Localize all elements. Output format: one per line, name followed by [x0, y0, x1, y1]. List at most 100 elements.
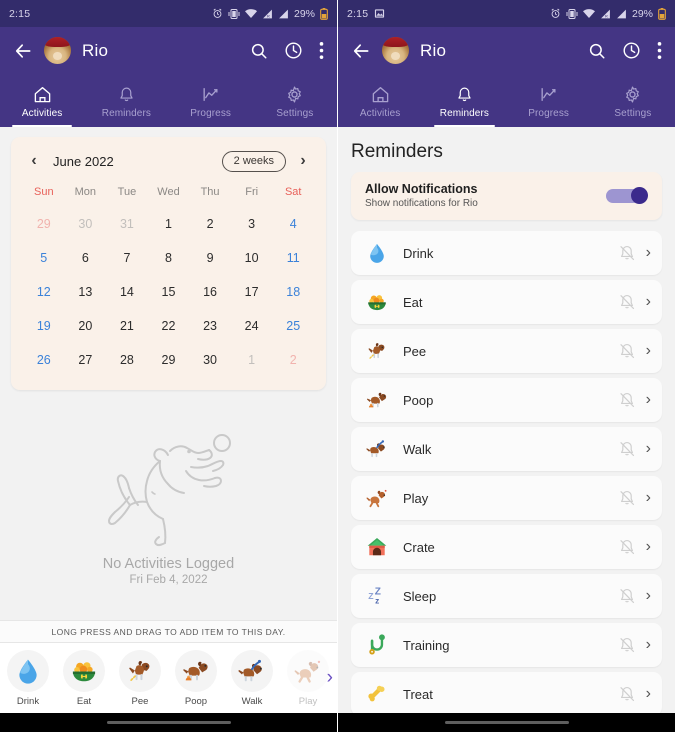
chevron-right-icon[interactable]: ›: [646, 294, 651, 310]
bell-off-icon[interactable]: [618, 538, 636, 556]
chevron-left-icon[interactable]: ‹: [23, 152, 45, 170]
chevron-right-icon[interactable]: ›: [646, 490, 651, 506]
chevron-right-icon[interactable]: ›: [646, 588, 651, 604]
bell-off-icon[interactable]: [618, 587, 636, 605]
chevron-right-icon[interactable]: ›: [646, 539, 651, 555]
water-drop-icon: [7, 650, 49, 692]
chevron-right-icon[interactable]: ›: [646, 343, 651, 359]
reminder-row-sleep[interactable]: Z Zz Sleep ›: [351, 574, 662, 618]
overflow-menu-icon[interactable]: [657, 41, 662, 60]
calendar-day[interactable]: 18: [272, 275, 314, 309]
bell-off-icon[interactable]: [618, 685, 636, 703]
calendar-day[interactable]: 2: [272, 343, 314, 377]
avatar[interactable]: [44, 37, 71, 64]
home-indicator[interactable]: [106, 720, 231, 725]
calendar-day[interactable]: 7: [106, 241, 148, 275]
calendar-day[interactable]: 1: [148, 207, 190, 241]
calendar-day[interactable]: 14: [106, 275, 148, 309]
tab-reminders[interactable]: Reminders: [84, 74, 168, 127]
calendar-day[interactable]: 15: [148, 275, 190, 309]
calendar-day[interactable]: 9: [189, 241, 231, 275]
reminder-row-actions: ›: [618, 293, 651, 311]
bell-off-icon[interactable]: [618, 636, 636, 654]
quick-item-pee[interactable]: Pee: [112, 650, 168, 707]
bell-off-icon[interactable]: [618, 440, 636, 458]
reminder-row-play[interactable]: Play ›: [351, 476, 662, 520]
calendar-day[interactable]: 3: [231, 207, 273, 241]
calendar-day[interactable]: 27: [65, 343, 107, 377]
calendar-day[interactable]: 20: [65, 309, 107, 343]
search-icon[interactable]: [250, 42, 268, 60]
calendar-day[interactable]: 29: [148, 343, 190, 377]
calendar-day[interactable]: 6: [65, 241, 107, 275]
calendar-day[interactable]: 24: [231, 309, 273, 343]
allow-notifications-toggle[interactable]: [606, 187, 648, 204]
clock-icon[interactable]: [622, 41, 641, 60]
chevron-right-icon[interactable]: ›: [327, 667, 333, 689]
chevron-right-icon[interactable]: ›: [646, 686, 651, 702]
calendar-day[interactable]: 26: [23, 343, 65, 377]
tab-settings[interactable]: Settings: [591, 74, 675, 127]
tab-settings[interactable]: Settings: [253, 74, 337, 127]
calendar-day[interactable]: 12: [23, 275, 65, 309]
calendar-day[interactable]: 4: [272, 207, 314, 241]
clock-icon[interactable]: [284, 41, 303, 60]
calendar-day[interactable]: 29: [23, 207, 65, 241]
calendar-day[interactable]: 16: [189, 275, 231, 309]
reminder-row-pee[interactable]: Pee ›: [351, 329, 662, 373]
reminder-row-drink[interactable]: Drink ›: [351, 231, 662, 275]
chevron-right-icon[interactable]: ›: [646, 637, 651, 653]
calendar-range-pill[interactable]: 2 weeks: [221, 150, 286, 172]
quick-item-eat[interactable]: Eat: [56, 650, 112, 707]
tab-activities[interactable]: Activities: [338, 74, 422, 127]
chevron-right-icon[interactable]: ›: [646, 392, 651, 408]
bell-off-icon[interactable]: [618, 489, 636, 507]
tab-progress[interactable]: Progress: [169, 74, 253, 127]
calendar-day[interactable]: 11: [272, 241, 314, 275]
calendar-day[interactable]: 28: [106, 343, 148, 377]
chevron-right-icon[interactable]: ›: [646, 441, 651, 457]
reminder-row-treat[interactable]: Treat ›: [351, 672, 662, 713]
calendar-day[interactable]: 10: [231, 241, 273, 275]
chevron-right-icon[interactable]: ›: [646, 245, 651, 261]
quick-item-drink[interactable]: Drink: [0, 650, 56, 707]
chevron-right-icon[interactable]: ›: [292, 152, 314, 170]
quick-item-poop[interactable]: Poop: [168, 650, 224, 707]
calendar-day[interactable]: 25: [272, 309, 314, 343]
bell-off-icon[interactable]: [618, 391, 636, 409]
calendar-day-headers: Sun Mon Tue Wed Thu Fri Sat: [23, 179, 314, 207]
calendar-day[interactable]: 22: [148, 309, 190, 343]
reminder-row-poop[interactable]: Poop ›: [351, 378, 662, 422]
calendar-day[interactable]: 21: [106, 309, 148, 343]
home-indicator[interactable]: [444, 720, 569, 725]
overflow-menu-icon[interactable]: [319, 41, 324, 60]
bell-off-icon[interactable]: [618, 244, 636, 262]
calendar-day[interactable]: 30: [189, 343, 231, 377]
calendar-day[interactable]: 19: [23, 309, 65, 343]
search-icon[interactable]: [588, 42, 606, 60]
calendar-day[interactable]: 1: [231, 343, 273, 377]
calendar-day[interactable]: 17: [231, 275, 273, 309]
bell-off-icon[interactable]: [618, 293, 636, 311]
reminder-row-walk[interactable]: Walk ›: [351, 427, 662, 471]
calendar-day[interactable]: 31: [106, 207, 148, 241]
calendar-day[interactable]: 2: [189, 207, 231, 241]
calendar-day[interactable]: 5: [23, 241, 65, 275]
tab-reminders[interactable]: Reminders: [422, 74, 506, 127]
reminder-row-crate[interactable]: Crate ›: [351, 525, 662, 569]
back-arrow-icon[interactable]: [351, 41, 371, 61]
calendar-day[interactable]: 23: [189, 309, 231, 343]
reminder-row-eat[interactable]: Eat ›: [351, 280, 662, 324]
allow-notifications-card[interactable]: Allow Notifications Show notifications f…: [351, 172, 662, 220]
zzz-icon: ZZz: [364, 585, 390, 607]
reminder-row-training[interactable]: Training ›: [351, 623, 662, 667]
calendar-day[interactable]: 13: [65, 275, 107, 309]
avatar[interactable]: [382, 37, 409, 64]
calendar-day[interactable]: 30: [65, 207, 107, 241]
calendar-day[interactable]: 8: [148, 241, 190, 275]
tab-progress[interactable]: Progress: [507, 74, 591, 127]
tab-activities[interactable]: Activities: [0, 74, 84, 127]
back-arrow-icon[interactable]: [13, 41, 33, 61]
quick-item-walk[interactable]: Walk: [224, 650, 280, 707]
bell-off-icon[interactable]: [618, 342, 636, 360]
